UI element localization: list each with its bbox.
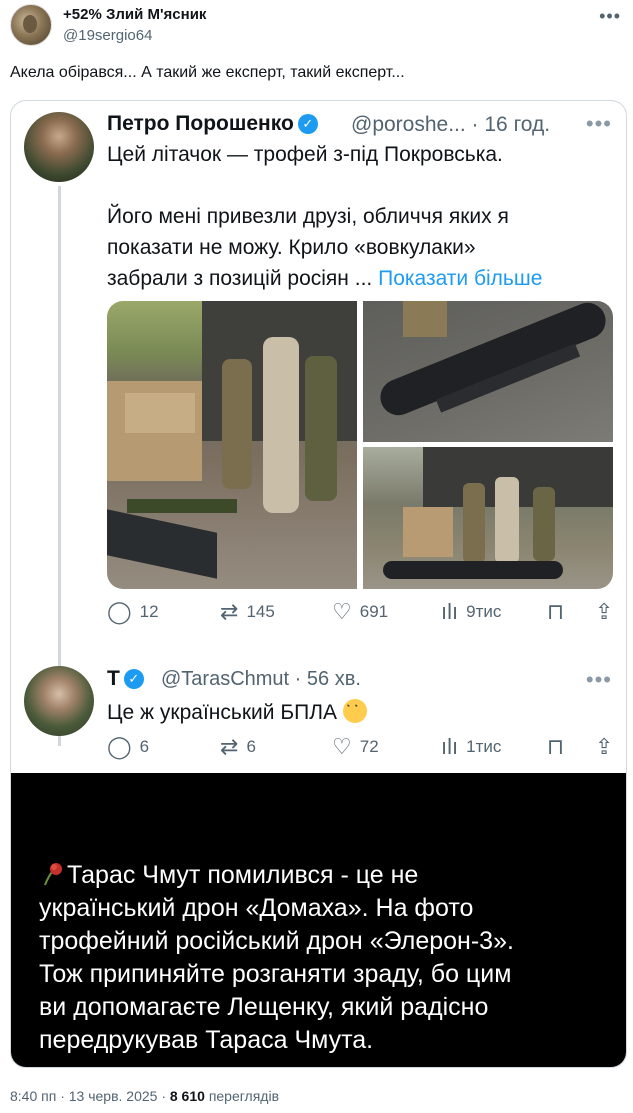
repost-icon: ⇄ [220,734,239,759]
caption-line-5: ви допомагаєте Лещенку, який радісно [39,993,489,1021]
like-count: 72 [359,737,379,756]
reply-author-name-text: T [107,667,120,690]
more-horizontal-icon[interactable]: ••• [586,111,612,137]
reply-button[interactable]: ◯ 12 [107,601,159,623]
views-total: 8 610 [169,1088,205,1104]
views-count: 1тис [466,737,502,756]
quote-author-handle[interactable]: @poroshe... · 16 год. [351,113,550,137]
wilted-rose-icon [39,861,67,887]
caption-line-3: трофейний російський дрон «Элерон-3». [39,927,514,955]
repost-count: 6 [246,737,256,756]
views-icon: ılı [441,599,459,624]
quote-line-1: Цей літачок — трофей з-під Покровська. [107,143,503,166]
like-count: 691 [359,602,389,621]
views-label: переглядів [208,1088,280,1104]
poroshenko-avatar[interactable] [24,112,94,182]
reply-button[interactable]: ◯ 6 [107,736,149,758]
caption-line-6: передрукував Тараса Чмута. [39,1026,374,1054]
bookmark-icon: ⊓ [547,734,565,759]
views-count: 9тис [466,602,502,621]
share-icon: ⇪ [595,734,614,759]
tweet-text: Акела обі​рався... А такий же експерт, т… [10,64,405,82]
repost-count: 145 [246,602,275,621]
share-button[interactable]: ⇪ [595,601,621,623]
tweet-header: +52% Злий М'ясник @19sergio64 ••• [10,2,623,48]
caption-text: Тарас Чмут помилився - це не український… [39,859,609,1057]
bookmark-button[interactable]: ⊓ [547,601,572,623]
like-button[interactable]: ♡ 691 [332,601,388,623]
thread-line [58,186,61,746]
caption-line-4: Тож припиняйте розганяти зраду, бо цим [39,960,512,988]
repost-icon: ⇄ [220,599,239,624]
rolling-eyes-emoji-icon [342,699,367,723]
reply-icon: ◯ [107,599,132,624]
caption-line-1: Тарас Чмут помилився - це не [67,861,419,889]
heart-icon: ♡ [332,734,352,759]
quote-author-name[interactable]: Петро Порошенко ✓ [107,112,318,136]
tweet-footer: 8:40 пп · 13 черв. 2025 · 8 610 перегляд… [10,1088,279,1104]
more-horizontal-icon[interactable]: ••• [599,6,621,27]
like-button[interactable]: ♡ 72 [332,736,379,758]
views-button[interactable]: ılı 9тис [441,601,501,623]
share-button[interactable]: ⇪ [595,736,621,758]
bookmark-button[interactable]: ⊓ [547,736,572,758]
reply-author-name[interactable]: T ✓ [107,667,144,691]
timestamp[interactable]: 8:40 пп · 13 черв. 2025 · [10,1088,170,1104]
photo-group-near-hangar[interactable] [363,447,613,589]
reply-text-content: Це ж український БПЛА [107,701,337,724]
show-more-link[interactable]: Показати більше [378,267,542,290]
more-horizontal-icon[interactable]: ••• [586,667,612,693]
views-icon: ılı [441,734,459,759]
photo-soldiers-with-drone[interactable] [107,301,357,589]
media-grid[interactable] [107,301,613,589]
photo-drone-on-ground[interactable] [363,301,613,442]
quote-line-3: показати не можу. Крило «вовкулаки» [107,236,476,259]
share-icon: ⇪ [595,599,614,624]
reply-author-handle[interactable]: @TarasChmut · 56 хв. [161,668,361,691]
quote-author-name-text: Петро Порошенко [107,112,294,135]
reply-text: Це ж український БПЛА [107,699,367,725]
quote-line-4-text: забрали з позицій росіян ... [107,267,373,290]
reply-count: 12 [139,602,159,621]
reply-actions: ◯ 6 ⇄ 6 ♡ 72 ılı 1тис ⊓ ⇪ [107,736,617,766]
author-name[interactable]: +52% Злий М'ясник [63,6,206,23]
heart-icon: ♡ [332,599,352,624]
bookmark-icon: ⊓ [547,599,565,624]
quote-line-2: Його мені привезли друзі, обличчя яких я [107,205,509,228]
repost-button[interactable]: ⇄ 145 [220,601,275,623]
reply-icon: ◯ [107,734,132,759]
author-avatar[interactable] [10,4,52,46]
views-button[interactable]: ılı 1тис [441,736,501,758]
tweet-text-content: Акела обі​рався... А такий же експерт, т… [10,64,405,81]
reply-count: 6 [139,737,150,756]
quoted-screenshot[interactable]: Петро Порошенко ✓ @poroshe... · 16 год. •… [10,100,627,1068]
quote-actions: ◯ 12 ⇄ 145 ♡ 691 ılı 9тис ⊓ ⇪ [107,601,617,631]
author-handle[interactable]: @19sergio64 [63,27,152,44]
verified-badge-icon: ✓ [297,114,318,134]
chmut-avatar[interactable] [24,666,94,736]
repost-button[interactable]: ⇄ 6 [220,736,256,758]
quote-line-4: забрали з позицій росіян ... Показати бі… [107,263,542,294]
black-caption-panel: Тарас Чмут помилився - це не український… [11,773,626,1067]
verified-badge-icon: ✓ [123,669,144,689]
caption-line-2: український дрон «Домаха». На фото [39,894,474,922]
